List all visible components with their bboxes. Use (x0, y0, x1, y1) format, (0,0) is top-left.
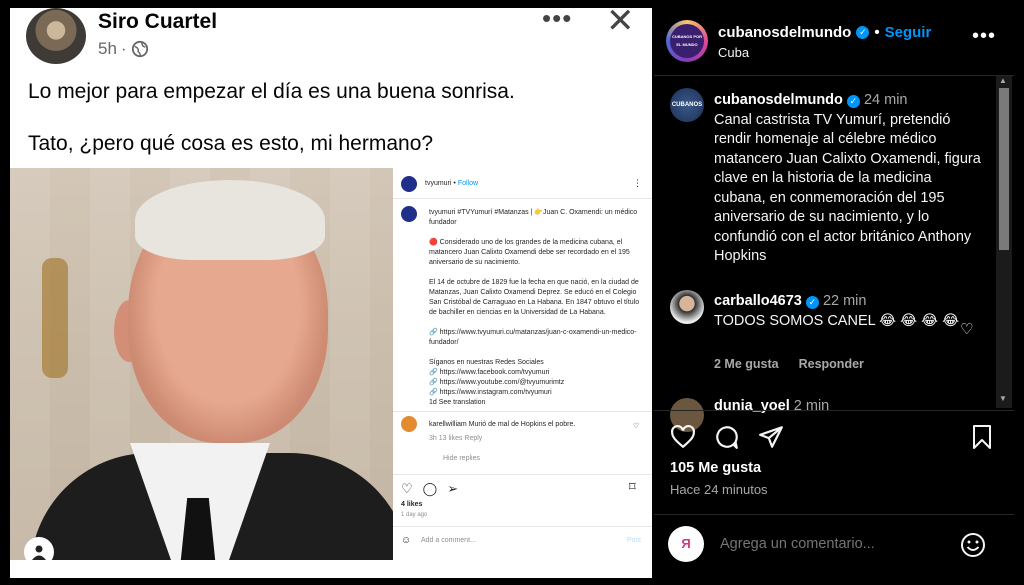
post-text-line-1: Lo mejor para empezar el día es una buen… (28, 80, 515, 103)
comment-icon: ◯ (422, 481, 438, 496)
embedded-avatar (401, 176, 417, 192)
likes-count[interactable]: 105 Me gusta (670, 460, 761, 476)
comments-scrollbar[interactable]: ▲ ▼ (996, 76, 1012, 408)
account-avatar-logo: CUBANOS POR EL MUNDO (670, 24, 704, 58)
current-user-avatar: Я (668, 526, 704, 562)
share-icon[interactable] (758, 424, 784, 450)
more-options-button[interactable]: ••• (542, 8, 572, 31)
embedded-comment-meta: 3h 13 likes Reply (429, 435, 483, 442)
verified-badge-icon: ✓ (805, 296, 819, 309)
caption-avatar[interactable]: CUBANOS (670, 88, 704, 122)
divider (393, 526, 652, 527)
embedded-account: tvyumuri (425, 180, 452, 187)
embedded-heart-icon: ♡ (633, 423, 640, 430)
divider (654, 410, 1014, 411)
scroll-down-arrow-icon[interactable]: ▼ (999, 394, 1007, 403)
emoji-icon[interactable] (960, 532, 986, 558)
comment-text: TODOS SOMOS CANEL 😂 😂 😂 😂 (714, 312, 960, 329)
portrait-photo (10, 168, 393, 560)
post-text-line-2: Tato, ¿pero qué cosa es esto, mi hermano… (28, 132, 434, 155)
embedded-header: tvyumuri • Follow (425, 180, 478, 187)
post-time-ago: Hace 24 minutos (670, 482, 768, 497)
comment-likes[interactable]: 2 Me gusta (714, 357, 779, 371)
person-tag-icon[interactable] (24, 537, 54, 560)
embedded-commenter-avatar (401, 416, 417, 432)
embedded-instagram-screenshot: tvyumuri • Follow ⋮ tvyumuri #TVYumurí #… (393, 168, 652, 560)
more-options-button[interactable]: ••• (972, 26, 996, 46)
account-avatar[interactable]: CUBANOS POR EL MUNDO (666, 20, 708, 62)
next-comment-time: 2 min (793, 398, 830, 414)
post-actions (670, 424, 784, 450)
embedded-caption-avatar (401, 206, 417, 222)
divider (393, 411, 652, 412)
follow-button[interactable]: Seguir (885, 24, 932, 41)
divider (393, 198, 652, 199)
embedded-likes: 4 likes (401, 501, 423, 508)
comment-time: 22 min (822, 293, 867, 309)
post-header: cubanosdelmundo ✓ • Seguir (718, 24, 931, 41)
verified-badge-icon: ✓ (846, 95, 860, 108)
divider (654, 514, 1014, 515)
photo-hair (135, 180, 325, 260)
separator-dot: · (120, 39, 127, 58)
comment-like-heart-icon[interactable]: ♡ (960, 320, 973, 338)
embedded-actions: ♡ ◯ ➢ (401, 481, 458, 497)
emoji-icon: ☺ (401, 535, 412, 546)
comment-icon[interactable] (714, 424, 740, 450)
globe-icon (131, 40, 148, 58)
post-image[interactable]: tvyumuri • Follow ⋮ tvyumuri #TVYumurí #… (10, 168, 652, 560)
instagram-post-panel: CUBANOS POR EL MUNDO cubanosdelmundo ✓ •… (654, 8, 1014, 578)
author-name[interactable]: Siro Cuartel (98, 10, 217, 34)
embedded-caption: tvyumuri #TVYumurí #Matanzas | 👉Juan C. … (429, 209, 640, 406)
share-icon: ➢ (447, 481, 459, 496)
comment: carballo4673 ✓ 22 min TODOS SOMOS CANEL … (714, 292, 962, 331)
caption-username[interactable]: cubanosdelmundo (714, 92, 843, 108)
commenter-avatar[interactable] (670, 290, 704, 324)
embedded-hide-replies: Hide replies (443, 455, 480, 462)
author-avatar[interactable] (26, 8, 86, 64)
divider (393, 474, 652, 475)
embedded-ago: 1 day ago (401, 512, 428, 518)
location-link[interactable]: Cuba (718, 45, 749, 60)
bookmark-icon[interactable] (970, 424, 994, 450)
caption: cubanosdelmundo ✓ 24 min Canal castrista… (714, 91, 984, 267)
next-comment: dunia_yoel 2 min (714, 398, 829, 414)
next-comment-username[interactable]: dunia_yoel (714, 398, 790, 414)
scrollbar-thumb[interactable] (999, 88, 1009, 250)
bookmark-icon: ⌑ (629, 479, 636, 494)
post-time[interactable]: 5h (98, 39, 117, 59)
divider (654, 75, 1014, 76)
add-comment-input[interactable] (718, 535, 942, 553)
close-button[interactable]: ✕ (606, 8, 635, 38)
comment-meta: 2 Me gusta Responder (714, 357, 864, 371)
scroll-up-arrow-icon[interactable]: ▲ (999, 76, 1007, 85)
embedded-comment: karellwilliam Murió de mal de Hopkins el… (429, 421, 576, 428)
facebook-post: Siro Cuartel 5h · ••• ✕ Lo mejor para em… (10, 8, 652, 578)
caption-time: 24 min (863, 92, 908, 108)
separator-dot: • (874, 24, 880, 41)
heart-icon: ♡ (401, 481, 413, 496)
like-heart-icon[interactable] (670, 424, 696, 450)
photo-statue (42, 258, 68, 378)
post-meta: 5h · (98, 39, 149, 59)
verified-badge-icon: ✓ (856, 26, 870, 39)
embedded-follow: Follow (457, 180, 479, 187)
embedded-post-label: Post (627, 537, 642, 544)
embedded-more-icon: ⋮ (633, 178, 642, 188)
reply-button[interactable]: Responder (799, 357, 864, 371)
account-name[interactable]: cubanosdelmundo (718, 24, 851, 41)
comment-username[interactable]: carballo4673 (714, 293, 802, 309)
embedded-add-comment: Add a comment... (421, 537, 476, 544)
caption-text: Canal castrista TV Yumurí, pretendió ren… (714, 111, 981, 265)
